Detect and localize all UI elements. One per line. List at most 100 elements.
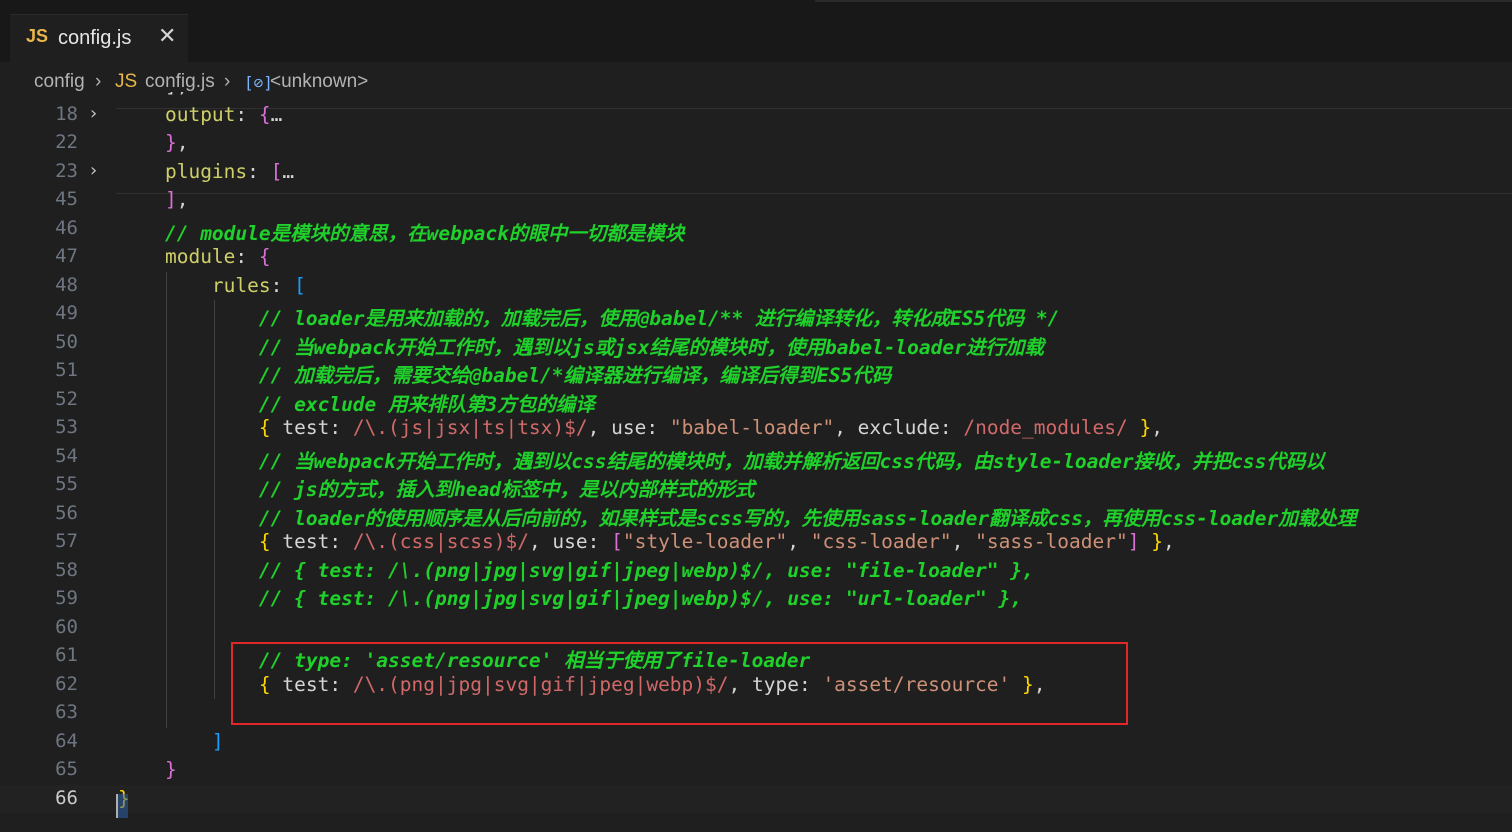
token-punct: test: [270,530,353,553]
token-pad [118,530,259,553]
code-line[interactable]: 58 // { test: /\.(png|jpg|svg|gif|jpeg|w… [0,557,1512,586]
line-number: 64 [55,729,78,752]
token-punct: … [270,102,283,126]
code-text: // { test: /\.(png|jpg|svg|gif|jpeg|webp… [118,559,1034,582]
code-line[interactable]: 59 // { test: /\.(png|jpg|svg|gif|jpeg|w… [0,585,1512,614]
token-punct: ], [118,92,189,97]
code-line[interactable]: 65 } [0,756,1512,785]
code-text: // 当webpack开始工作时，遇到以css结尾的模块时，加载并解析返回css… [118,445,1325,474]
token-punct: test: [270,416,353,439]
code-text: ] [118,730,224,753]
code-text: { test: /\.(css|scss)$/, use: ["style-lo… [118,530,1175,553]
token-comment: // loader是用来加载的，加载完后，使用@babel/** 进行编译转化，… [258,307,1060,330]
line-number: 65 [55,758,78,780]
code-line[interactable]: 56 // loader的使用顺序是从后向前的，如果样式是scss写的，先使用s… [0,500,1512,530]
code-line[interactable]: 47 module: { [0,243,1512,272]
code-line[interactable]: 46 // module是模块的意思，在webpack的眼中一切都是模块 [0,215,1512,246]
token-punct: : [235,245,259,268]
token-regex: /\.(css|scss)$/ [352,530,529,553]
token-punct: , exclude: [834,416,964,439]
code-line[interactable]: 49 // loader是用来加载的，加载完后，使用@babel/** 进行编译… [0,300,1512,331]
token-pad [118,160,165,183]
tab-bar: JS config.js ✕ [0,0,1512,62]
code-line[interactable]: 55 // js的方式，插入到head标签中，是以内部样式的形式 [0,471,1512,501]
line-number: 48 [55,273,78,296]
close-icon[interactable]: ✕ [158,24,176,49]
line-number: 60 [55,615,78,638]
token-comment: // 加载完后，需要交给@babel/*编译器进行编译，编译后得到ES5代码 [258,364,892,387]
breadcrumb-item[interactable]: <unknown> [270,71,368,93]
token-pad [118,393,259,416]
breadcrumb-item[interactable]: config.js [145,71,215,93]
title-strip [815,0,1512,2]
code-line[interactable]: 48 rules: [ [0,272,1512,301]
code-line[interactable]: 18 › output: {… [0,101,1512,130]
token-key: module [164,245,236,268]
token-pad [118,336,259,359]
token-regex: /\.(js|jsx|ts|tsx)$/ [352,416,588,439]
token-comment: // { test: /\.(png|jpg|svg|gif|jpeg|webp… [258,558,1034,582]
code-line[interactable]: 17 ], [0,92,1512,101]
token-punct: , [1151,416,1163,439]
line-number: 66 [55,786,78,809]
token-pad [118,587,259,610]
line-number: 45 [55,188,78,210]
code-line[interactable]: 45 ], [0,186,1512,215]
code-line[interactable]: 51 // 加载完后，需要交给@babel/*编译器进行编译，编译后得到ES5代… [0,357,1512,387]
token-regex: /node_modules/ [963,416,1128,439]
code-line[interactable]: 52 // exclude 用来排队第3方包的编译 [0,386,1512,417]
code-text: rules: [ [118,274,306,297]
token-brace1: [ [270,159,283,183]
token-brace0: } [1151,530,1163,553]
code-line[interactable]: 53 { test: /\.(js|jsx|ts|tsx)$/, use: "b… [0,414,1512,443]
code-text: output: {… [118,103,282,126]
token-brace1: [ [611,530,623,553]
code-line[interactable]: 66} [0,784,1512,813]
token-comment: // 当webpack开始工作时，遇到以js或jsx结尾的模块时，使用babel… [258,335,1044,359]
code-line[interactable]: 57 { test: /\.(css|scss)$/, use: ["style… [0,528,1512,557]
code-text: // loader是用来加载的，加载完后，使用@babel/** 进行编译转化，… [118,302,1060,331]
javascript-file-icon: JS [26,26,49,46]
token-string: "style-loader" [622,530,788,553]
token-punct: … [282,159,295,183]
line-number: 62 [55,672,78,695]
line-number: 47 [55,245,78,267]
code-line[interactable]: 23 › plugins: [… [0,158,1512,187]
token-pad [118,559,259,582]
token-comment: // js的方式，插入到head标签中，是以内部样式的形式 [258,478,755,501]
fold-chevron-icon[interactable]: › [90,103,97,124]
code-text: // module是模块的意思，在webpack的眼中一切都是模块 [118,217,684,246]
code-line[interactable]: 54 // 当webpack开始工作时，遇到以css结尾的模块时，加载并解析返回… [0,443,1512,474]
token-brace0: { [258,530,271,553]
breadcrumb-item[interactable]: config [34,71,85,93]
code-text: // 当webpack开始工作时，遇到以js或jsx结尾的模块时，使用babel… [118,331,1044,360]
line-number: 18 [55,102,78,125]
line-number: 55 [55,473,78,495]
line-number: 50 [55,330,78,353]
fold-chevron-icon[interactable]: › [90,160,97,181]
token-brace0: { [258,416,271,439]
code-line[interactable]: 60 [0,614,1512,643]
line-number: 56 [55,501,78,524]
line-number: 22 [55,131,78,153]
line-number: 49 [55,302,78,324]
breadcrumb-separator-icon: › [224,71,231,92]
token-comment: // 当webpack开始工作时，遇到以css结尾的模块时，加载并解析返回css… [258,449,1325,473]
indent-guide [166,271,167,728]
code-line[interactable]: 64 ] [0,728,1512,757]
line-number: 53 [55,416,78,438]
code-line[interactable]: 22 }, [0,129,1512,158]
code-text: // { test: /\.(png|jpg|svg|gif|jpeg|webp… [118,587,1022,610]
token-pad [118,222,165,245]
code-text: // exclude 用来排队第3方包的编译 [118,388,595,417]
line-number: 63 [55,701,78,723]
token-punct [1139,530,1151,553]
token-punct: : [235,102,259,126]
token-brace1: ] [1127,530,1140,553]
code-line[interactable]: 50 // 当webpack开始工作时，遇到以js或jsx结尾的模块时，使用ba… [0,329,1512,360]
line-number: 61 [55,644,78,666]
tab-config-js[interactable]: JS config.js ✕ [10,14,188,62]
highlight-annotation-box [231,642,1128,725]
code-text: ], [118,188,189,211]
token-key: plugins [164,159,248,183]
